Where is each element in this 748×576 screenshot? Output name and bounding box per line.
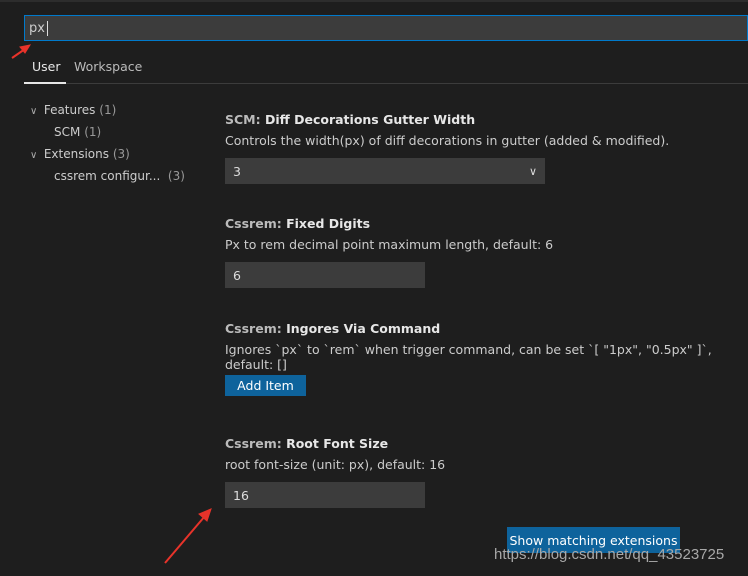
arrow-icon bbox=[164, 508, 212, 564]
annotation-arrows bbox=[11, 44, 212, 564]
arrow-icon bbox=[11, 44, 32, 59]
